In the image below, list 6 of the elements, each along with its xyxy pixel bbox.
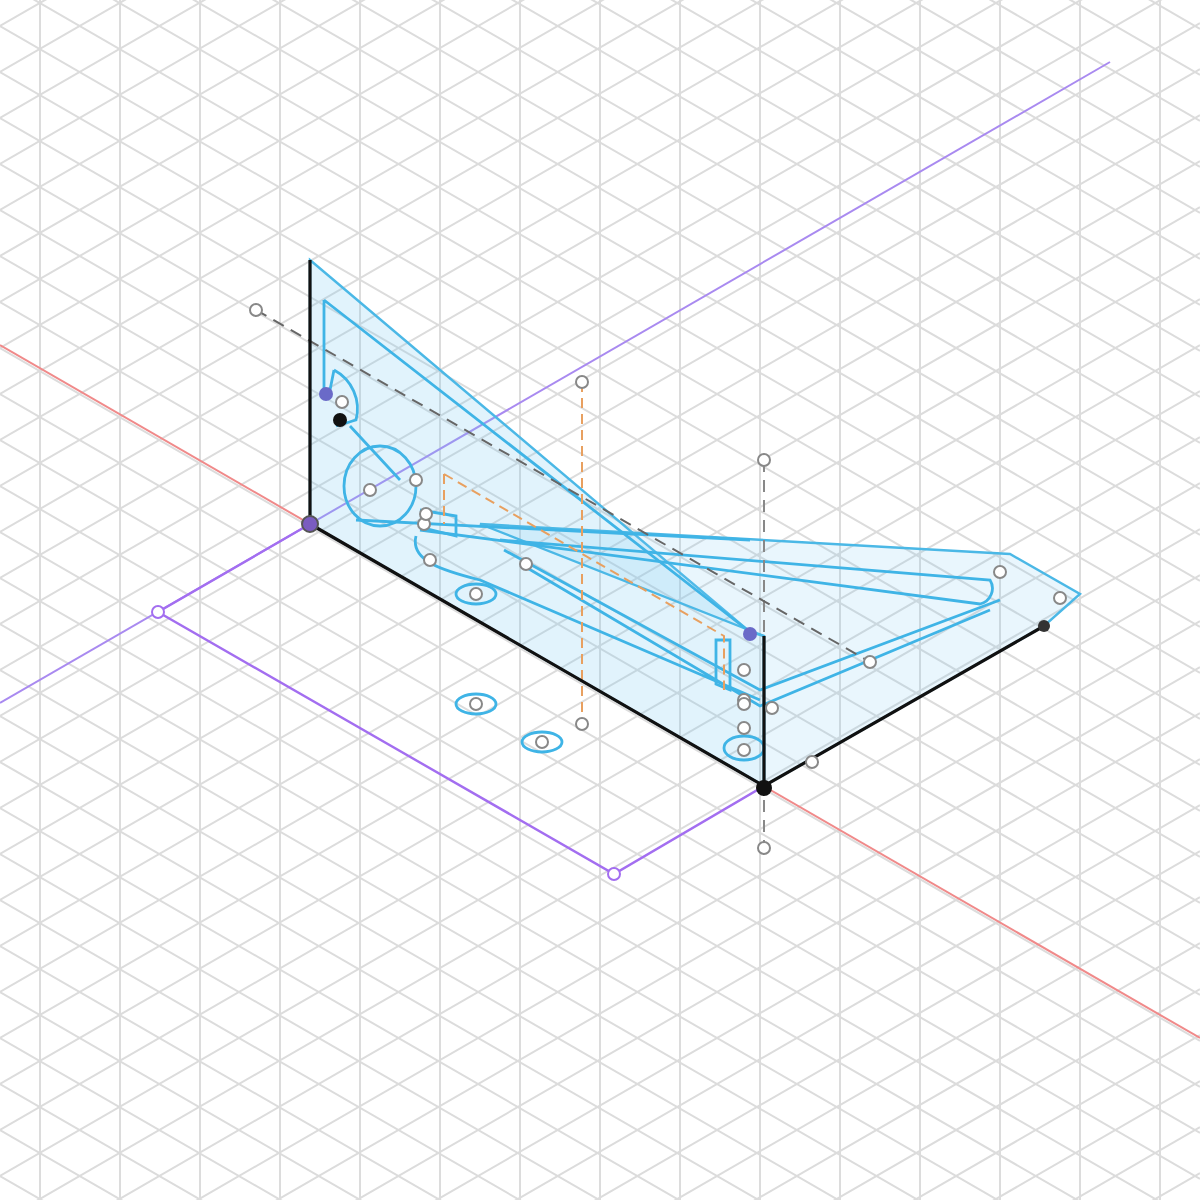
sketch-point — [756, 780, 772, 796]
sketch-point — [333, 413, 347, 427]
origin-point — [301, 515, 319, 533]
sketch-point — [1038, 620, 1050, 632]
sketch-point — [743, 627, 757, 641]
sketch-point — [319, 387, 333, 401]
